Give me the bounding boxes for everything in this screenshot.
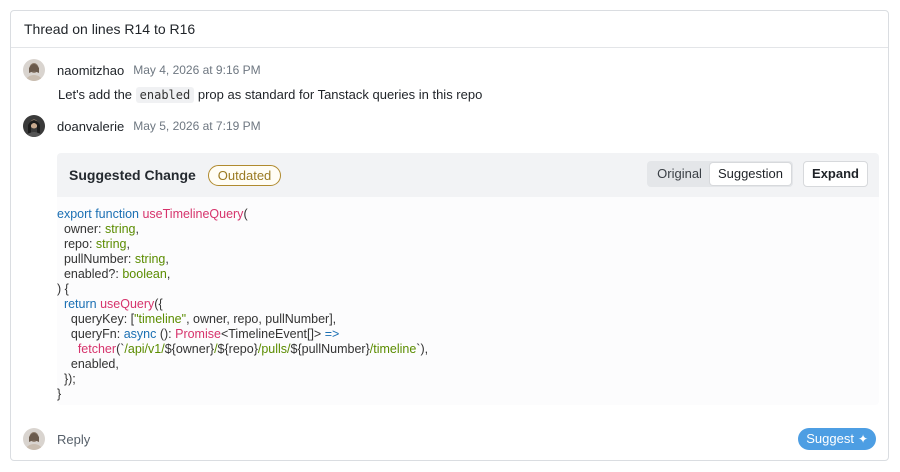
code-token: } [57, 387, 62, 401]
code-token: , [126, 237, 130, 251]
expand-button[interactable]: Expand [803, 161, 868, 187]
code-token: queryKey: [ [57, 312, 135, 326]
reply-row[interactable]: Reply [23, 428, 90, 450]
comment-timestamp: May 4, 2026 at 9:16 PM [133, 63, 261, 77]
code-token: fetcher [57, 342, 117, 356]
suggested-change-block: Suggested Change Outdated Original Sugge… [57, 153, 879, 405]
code-token: useTimelineQuery [142, 207, 244, 221]
suggest-button-label: Suggest [806, 431, 854, 446]
code-line: }); [57, 372, 879, 387]
comment-header-2: doanvalerie May 5, 2026 at 7:19 PM [23, 115, 261, 137]
avatar [23, 428, 45, 450]
view-toggle: Original Suggestion [647, 161, 793, 187]
code-token: enabled?: [57, 267, 123, 281]
code-token: owner: [57, 222, 105, 236]
code-token: <TimelineEvent[]> [220, 327, 325, 341]
comment-author[interactable]: doanvalerie [57, 119, 124, 134]
code-line: } [57, 387, 879, 402]
tab-original[interactable]: Original [649, 163, 710, 185]
thread-title: Thread on lines R14 to R16 [11, 11, 888, 48]
code-token: (): [156, 327, 176, 341]
code-line: return useQuery({ [57, 297, 879, 312]
comment-timestamp: May 5, 2026 at 7:19 PM [133, 119, 261, 133]
code-token: export function [57, 207, 143, 221]
suggested-change-title: Suggested Change [69, 167, 196, 183]
suggested-change-header: Suggested Change Outdated Original Sugge… [57, 153, 879, 197]
comment-text-before: Let's add the [58, 87, 136, 102]
outdated-badge: Outdated [207, 164, 282, 186]
code-token: async [123, 327, 157, 341]
comment-header-1: naomitzhao May 4, 2026 at 9:16 PM [23, 59, 261, 81]
review-thread: Thread on lines R14 to R16 naomitzhao Ma… [10, 10, 889, 461]
code-token: ( [243, 207, 248, 221]
code-token: "timeline" [134, 312, 187, 326]
tab-suggestion[interactable]: Suggestion [709, 163, 791, 185]
code-token: enabled, [57, 357, 119, 371]
comment-author[interactable]: naomitzhao [57, 63, 124, 78]
code-token: boolean [122, 267, 167, 281]
code-token: pullNumber: [57, 252, 135, 266]
code-token: repo: [57, 237, 96, 251]
code-token: ({ [154, 297, 163, 311]
code-line: enabled?: boolean, [57, 267, 879, 282]
reply-input[interactable]: Reply [57, 432, 90, 447]
code-token: /api/v1/ [124, 342, 165, 356]
code-token: queryFn: [57, 327, 124, 341]
code-token: ${owner} [164, 342, 215, 356]
code-token: string [104, 222, 136, 236]
code-line: queryFn: async (): Promise<TimelineEvent… [57, 327, 879, 342]
avatar[interactable] [23, 59, 45, 81]
code-token: , owner, repo, pullNumber], [186, 312, 337, 326]
code-token: , [135, 222, 139, 236]
code-line: fetcher(`/api/v1/${owner}/${repo}/pulls/… [57, 342, 879, 357]
code-line: enabled, [57, 357, 879, 372]
code-token: `), [416, 342, 429, 356]
comment-text-after: prop as standard for Tanstack queries in… [194, 87, 483, 102]
code-token: Promise [175, 327, 221, 341]
code-token: ${repo} [217, 342, 258, 356]
code-token: , [165, 252, 169, 266]
code-token: }); [57, 372, 76, 386]
code-line: owner: string, [57, 222, 879, 237]
comment-body: Let's add the enabled prop as standard f… [58, 87, 483, 103]
inline-code: enabled [135, 87, 195, 103]
code-line: export function useTimelineQuery( [57, 207, 879, 222]
code-token: useQuery [100, 297, 155, 311]
code-token: ${pullNumber} [290, 342, 370, 356]
code-line: queryKey: ["timeline", owner, repo, pull… [57, 312, 879, 327]
code-token: /timeline [369, 342, 417, 356]
code-line: repo: string, [57, 237, 879, 252]
sparkle-icon: ✦ [857, 432, 868, 446]
avatar[interactable] [23, 115, 45, 137]
code-token: string [134, 252, 166, 266]
code-token: , [166, 267, 171, 281]
code-line: pullNumber: string, [57, 252, 879, 267]
suggest-button[interactable]: Suggest ✦ [798, 428, 876, 450]
code-token: string [95, 237, 127, 251]
code-token: /pulls/ [257, 342, 291, 356]
code-block: export function useTimelineQuery( owner:… [57, 197, 879, 405]
code-token: ) { [57, 282, 69, 296]
code-line: ) { [57, 282, 879, 297]
code-token: => [324, 327, 340, 341]
code-token: return [57, 297, 101, 311]
